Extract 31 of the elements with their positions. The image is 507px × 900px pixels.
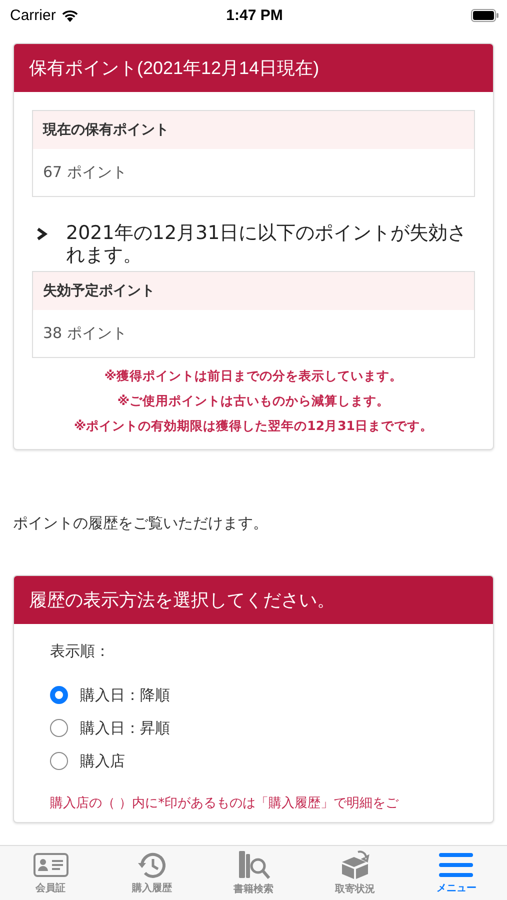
- battery-icon: [470, 8, 499, 22]
- card-title: 履歴の表示方法を選択してください。: [14, 576, 493, 624]
- radio-option[interactable]: 購入日：降順: [50, 678, 457, 712]
- tab-item[interactable]: 書籍検索: [202, 846, 304, 900]
- table-cell-text: 38 ポイント: [42, 322, 128, 344]
- wifi-icon: [60, 8, 79, 22]
- tab-item[interactable]: 購入履歴: [101, 846, 203, 900]
- table-header: 現在の保有ポイント: [33, 111, 474, 149]
- order-label: 表示順：: [50, 642, 111, 661]
- radio-option[interactable]: 購入日：昇順: [50, 712, 457, 745]
- note-text: ※ポイントの有効期限は獲得した翌年の12月31日までです。: [74, 418, 433, 435]
- radio-button[interactable]: [50, 719, 68, 738]
- tab-item[interactable]: メニュー: [406, 846, 507, 900]
- table-header: 失効予定ポイント: [33, 272, 474, 310]
- note-text: ※獲得ポイントは前日までの分を表示しています。: [104, 368, 403, 385]
- radio-option[interactable]: 購入店: [50, 744, 457, 778]
- note-text: 購入店の（ ）内に*印があるものは「購入履歴」で明細をご: [50, 794, 400, 812]
- intro-text: ポイントの履歴をご覧いただけます。: [13, 514, 269, 533]
- carrier-name: Carrier: [10, 6, 56, 24]
- radio-button[interactable]: [50, 686, 68, 704]
- menu-icon: [438, 851, 474, 879]
- note-text: ※ご使用ポイントは古いものから減算します。: [117, 392, 390, 410]
- radio-button[interactable]: [50, 752, 68, 770]
- table-cell-text: 67 ポイント: [42, 162, 128, 183]
- tab-item[interactable]: 会員証: [0, 846, 102, 900]
- expiry-heading: 2021年の12月31日に以下のポイントが失効されます。: [66, 223, 468, 267]
- status-time: 1:47 PM: [226, 6, 283, 24]
- card-title: 保有ポイント(2021年12月14日現在): [14, 44, 493, 92]
- chevron-icon: [36, 227, 48, 241]
- tab-item[interactable]: 取寄状況: [304, 846, 406, 900]
- id-card-icon: [32, 851, 69, 879]
